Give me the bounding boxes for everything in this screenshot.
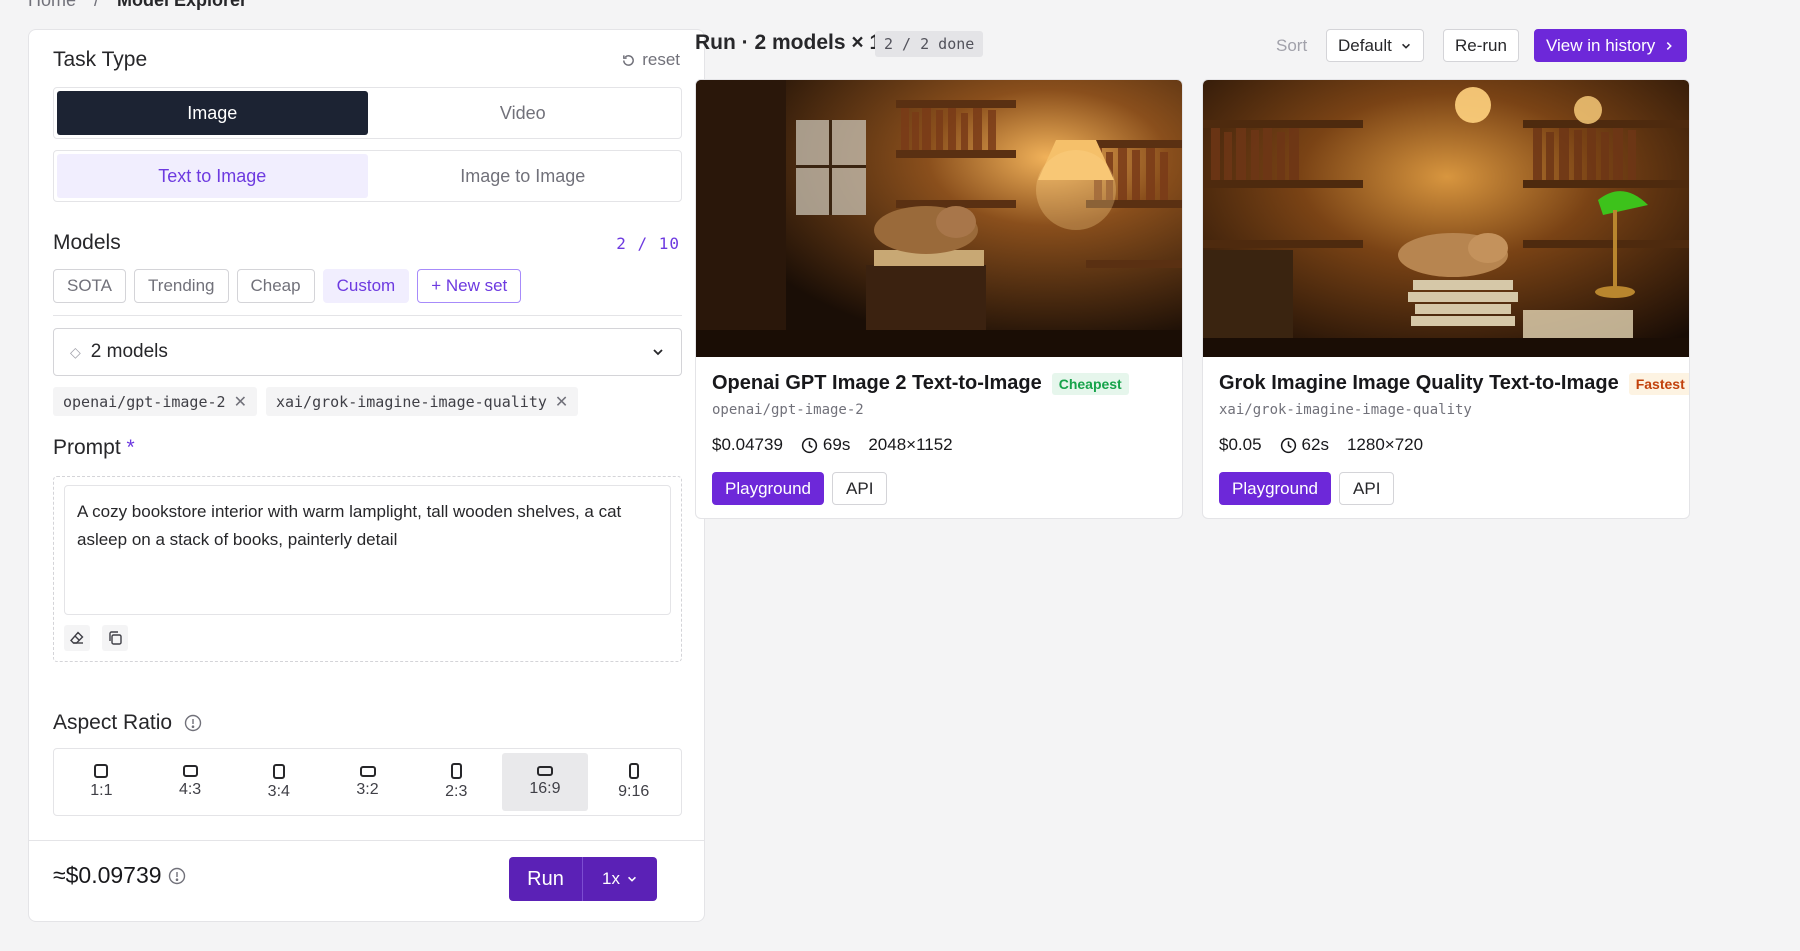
result-meta: $0.04739 69s 2048×1152 bbox=[712, 435, 953, 455]
result-card: Openai GPT Image 2 Text-to-Image Cheapes… bbox=[695, 79, 1183, 519]
aspect-ratio-title: Aspect Ratio bbox=[53, 711, 202, 735]
preset-custom[interactable]: Custom bbox=[322, 269, 410, 303]
generated-image[interactable] bbox=[1203, 80, 1689, 357]
aspect-ratio-selector: 1:1 4:3 3:4 3:2 2:3 16:9 9:16 bbox=[53, 748, 682, 816]
models-select-value: 2 models bbox=[90, 341, 168, 362]
breadcrumb-home[interactable]: Home bbox=[28, 0, 76, 11]
chevron-right-icon bbox=[1667, 41, 1673, 50]
portrait-icon bbox=[272, 763, 285, 779]
selected-models: openai/gpt-image-2 ✕ xai/grok-imagine-im… bbox=[53, 387, 579, 416]
prompt-input[interactable]: A cozy bookstore interior with warm lamp… bbox=[64, 485, 671, 615]
required-mark: * bbox=[126, 436, 135, 459]
ratio-3-2[interactable]: 3:2 bbox=[324, 753, 411, 811]
api-button[interactable]: API bbox=[832, 472, 888, 505]
info-icon[interactable] bbox=[184, 714, 202, 732]
api-button[interactable]: API bbox=[1339, 472, 1395, 505]
sort-label: Sort bbox=[1276, 36, 1308, 55]
card-actions: Playground API bbox=[1219, 472, 1395, 505]
landscape-icon bbox=[182, 765, 198, 777]
prompt-title: Prompt * bbox=[53, 436, 135, 459]
run-status-badge: 2 / 2 done bbox=[875, 31, 984, 57]
run-button-group: Run 1x bbox=[509, 857, 657, 901]
models-title: Models bbox=[53, 231, 121, 254]
resolution: 1280×720 bbox=[1346, 435, 1424, 454]
run-button[interactable]: Run bbox=[509, 857, 583, 901]
chevron-down-icon bbox=[653, 349, 663, 356]
price: $0.05 bbox=[1219, 435, 1262, 454]
breadcrumb: Home / Model Explorer bbox=[28, 0, 247, 11]
sort-dropdown[interactable]: Default bbox=[1326, 29, 1424, 62]
duration: 62s bbox=[1280, 435, 1329, 455]
info-icon[interactable] bbox=[168, 867, 186, 885]
ratio-9-16[interactable]: 9:16 bbox=[590, 753, 677, 811]
chevron-down-icon bbox=[1401, 43, 1410, 49]
preset-sota[interactable]: SOTA bbox=[53, 269, 127, 303]
copy-prompt-button[interactable] bbox=[102, 625, 128, 651]
rerun-button[interactable]: Re-run bbox=[1443, 29, 1519, 62]
media-type-toggle: Image Video bbox=[53, 87, 682, 139]
card-actions: Playground API bbox=[712, 472, 888, 505]
view-history-button[interactable]: View in history bbox=[1534, 29, 1688, 62]
tab-video[interactable]: Video bbox=[368, 91, 679, 135]
mode-toggle: Text to Image Image to Image bbox=[53, 150, 682, 202]
diamond-icon: ◇ bbox=[70, 343, 81, 360]
model-slug: xai/grok-imagine-image-quality bbox=[1219, 402, 1472, 418]
tab-image-to-image[interactable]: Image to Image bbox=[368, 154, 679, 198]
eraser-icon bbox=[70, 631, 84, 644]
resolution: 2048×1152 bbox=[868, 435, 953, 454]
breadcrumb-current: Model Explorer bbox=[117, 0, 248, 10]
portrait-icon bbox=[450, 763, 462, 779]
prompt-area: A cozy bookstore interior with warm lamp… bbox=[53, 476, 682, 662]
models-count: 2 / 10 bbox=[616, 234, 680, 253]
portrait-icon bbox=[628, 763, 639, 779]
ratio-3-4[interactable]: 3:4 bbox=[235, 753, 322, 811]
landscape-icon bbox=[536, 766, 553, 776]
preset-cheap[interactable]: Cheap bbox=[236, 269, 315, 303]
task-type-title: Task Type bbox=[53, 48, 148, 71]
ratio-4-3[interactable]: 4:3 bbox=[147, 753, 234, 811]
clear-prompt-button[interactable] bbox=[64, 625, 90, 651]
run-title: Run · 2 models × 1 bbox=[695, 31, 882, 54]
remove-icon[interactable]: ✕ bbox=[555, 392, 568, 411]
clock-icon bbox=[801, 437, 818, 453]
duration: 69s bbox=[801, 435, 850, 455]
result-meta: $0.05 62s 1280×720 bbox=[1219, 435, 1423, 455]
chevron-down-icon bbox=[628, 876, 636, 882]
generated-image[interactable] bbox=[696, 80, 1182, 357]
model-tag: openai/gpt-image-2 ✕ bbox=[53, 387, 257, 416]
multiplier-dropdown[interactable]: 1x bbox=[583, 857, 657, 901]
model-presets: SOTA Trending Cheap Custom + New set bbox=[53, 269, 522, 303]
model-slug: openai/gpt-image-2 bbox=[712, 402, 864, 418]
landscape-icon bbox=[359, 765, 376, 777]
square-icon bbox=[94, 764, 109, 778]
result-card: Grok Imagine Image Quality Text-to-Image… bbox=[1202, 79, 1690, 519]
preset-trending[interactable]: Trending bbox=[134, 269, 229, 303]
playground-button[interactable]: Playground bbox=[1219, 472, 1332, 505]
model-tag: xai/grok-imagine-image-quality ✕ bbox=[265, 387, 579, 416]
models-select[interactable]: ◇ 2 models bbox=[53, 328, 682, 376]
copy-icon bbox=[109, 631, 122, 645]
remove-icon[interactable]: ✕ bbox=[234, 392, 247, 411]
estimated-cost: ≈$0.09739 bbox=[53, 862, 186, 889]
model-name: Grok Imagine Image Quality Text-to-Image… bbox=[1219, 372, 1689, 395]
cheapest-badge: Cheapest bbox=[1051, 372, 1129, 395]
ratio-1-1[interactable]: 1:1 bbox=[58, 753, 145, 811]
price: $0.04739 bbox=[712, 435, 783, 454]
tab-image[interactable]: Image bbox=[57, 91, 368, 135]
new-set-button[interactable]: + New set bbox=[417, 269, 522, 303]
reset-button[interactable]: reset bbox=[621, 50, 680, 70]
ratio-2-3[interactable]: 2:3 bbox=[413, 753, 500, 811]
fastest-badge: Fastest bbox=[1628, 372, 1689, 395]
playground-button[interactable]: Playground bbox=[712, 472, 825, 505]
config-panel: Task Type reset Image Video Text to Imag… bbox=[28, 29, 705, 922]
tab-text-to-image[interactable]: Text to Image bbox=[57, 154, 368, 198]
clock-icon bbox=[1280, 437, 1296, 453]
reset-icon bbox=[623, 54, 635, 66]
model-name: Openai GPT Image 2 Text-to-Image Cheapes… bbox=[712, 372, 1129, 395]
ratio-16-9[interactable]: 16:9 bbox=[501, 753, 589, 811]
